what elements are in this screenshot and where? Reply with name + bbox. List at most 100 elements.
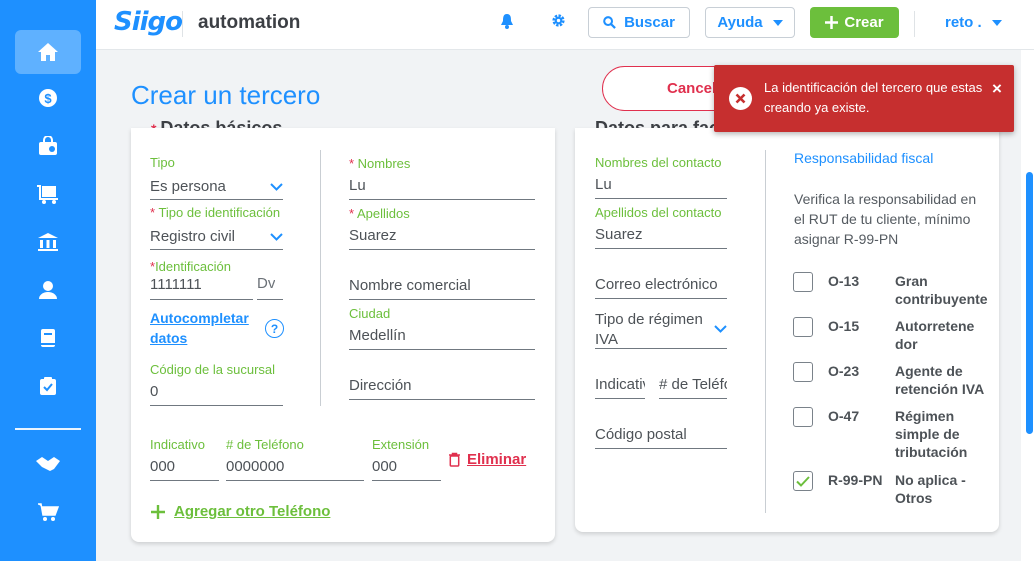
sucursal-underline (150, 405, 283, 406)
scrollbar-thumb[interactable] (1026, 172, 1033, 434)
sucursal-label: Código de la sucursal (150, 362, 276, 377)
tipo-id-select[interactable]: Registro civil (150, 228, 235, 245)
billing-telefono-input[interactable]: # de Teléfono (659, 376, 727, 393)
checkbox-r99pn[interactable] (793, 471, 813, 491)
billing-indicativo-underline (595, 398, 645, 399)
autocomplete-link[interactable]: Autocompletar datos (150, 308, 249, 348)
basic-data-title: * Datos básicos (151, 118, 283, 128)
nombres-label: * Nombres (349, 156, 411, 171)
postal-input[interactable]: Código postal (595, 426, 687, 443)
bell-icon[interactable] (500, 13, 514, 29)
contact-name-input[interactable]: Lu (595, 176, 612, 193)
indicativo-input[interactable]: 000 (150, 458, 175, 475)
telefono-underline (226, 480, 364, 481)
billing-telefono-underline (659, 398, 727, 399)
sidebar-item-partners[interactable] (15, 442, 81, 486)
chevron-down-icon[interactable] (270, 183, 283, 191)
regimen-underline (595, 348, 727, 349)
checkbox-o13-label: Gran contribuyente (895, 273, 988, 307)
caret-down-icon (991, 19, 1002, 26)
checkbox-o23[interactable] (793, 362, 813, 382)
contact-last-input[interactable]: Suarez (595, 226, 643, 243)
home-icon (38, 43, 58, 61)
sucursal-input[interactable]: 0 (150, 383, 158, 400)
identificacion-input[interactable]: 1111111 (150, 276, 202, 293)
delete-phone-button[interactable]: Eliminar (448, 451, 526, 468)
chevron-down-icon[interactable] (714, 325, 727, 333)
identificacion-label: *Identificación (150, 259, 231, 274)
checkbox-o15-label: Autorretenedor (895, 318, 975, 352)
header-divider-right (914, 11, 915, 37)
search-button[interactable]: Buscar (588, 7, 690, 38)
telefono-input[interactable]: 0000000 (226, 458, 284, 475)
shopping-bag-icon (39, 136, 57, 155)
tipo-underline (150, 199, 283, 200)
clipboard-check-icon (40, 377, 56, 395)
caret-down-icon (772, 19, 783, 26)
ciudad-input[interactable]: Medellín (349, 327, 406, 344)
close-icon[interactable]: × (992, 79, 1002, 99)
sidebar-item-payroll[interactable] (15, 268, 81, 312)
checkbox-o47-label: Régimen simple de tributación (895, 408, 968, 460)
sidebar-item-purchases[interactable] (15, 172, 81, 216)
trash-icon (449, 452, 460, 467)
checkbox-o23-label: Agente de retención IVA (895, 363, 985, 397)
extension-input[interactable]: 000 (372, 458, 397, 475)
user-name: reto . (945, 14, 982, 31)
checkbox-r99pn-label: No aplica - Otros (895, 472, 966, 506)
checkbox-o23-code: O-23 (828, 363, 860, 379)
book-icon (41, 329, 55, 347)
column-divider (320, 150, 321, 406)
email-underline (595, 298, 727, 299)
checkbox-o47[interactable] (793, 407, 813, 427)
direccion-input[interactable]: Dirección (349, 377, 412, 394)
top-header: Siigo automation Buscar Ayuda Crear reto… (96, 0, 1034, 50)
create-button-label: Crear (844, 14, 884, 31)
checkbox-o15-code: O-15 (828, 318, 860, 334)
fiscal-description: Verifica la responsabilidad en el RUT de… (794, 191, 977, 247)
identificacion-underline (150, 299, 253, 300)
plus-icon (151, 504, 165, 519)
sidebar-item-store[interactable] (15, 490, 81, 534)
fiscal-title: Responsabilidad fiscal (794, 150, 934, 166)
nombre-comercial-input[interactable]: Nombre comercial (349, 277, 471, 294)
dv-input[interactable]: Dv (257, 275, 275, 292)
apellidos-input[interactable]: Suarez (349, 227, 397, 244)
search-icon (603, 16, 616, 29)
delete-label: Eliminar (467, 451, 527, 468)
sidebar-item-home[interactable] (15, 30, 81, 74)
sidebar-item-accounting[interactable] (15, 316, 81, 360)
nombres-underline (349, 199, 535, 200)
billing-indicativo-input[interactable]: Indicativo (595, 376, 645, 393)
ciudad-label: Ciudad (349, 306, 391, 321)
page-title: Crear un tercero (131, 80, 321, 110)
chevron-down-icon[interactable] (270, 233, 283, 241)
add-phone-button[interactable]: Agregar otro Teléfono (150, 503, 330, 520)
sidebar-item-tasks[interactable] (15, 364, 81, 408)
sidebar-item-banks[interactable] (15, 220, 81, 264)
sidebar-item-sales[interactable] (15, 124, 81, 168)
tipo-select[interactable]: Es persona (150, 178, 226, 195)
dv-underline (257, 299, 283, 300)
gear-icon[interactable] (551, 13, 566, 28)
help-icon[interactable]: ? (265, 319, 284, 338)
contact-last-label: Apellidos del contacto (595, 205, 722, 220)
error-circle-icon (729, 87, 752, 110)
sidebar-divider (15, 428, 81, 430)
help-dropdown[interactable]: Ayuda (705, 7, 795, 38)
siigo-logo[interactable]: Siigo (114, 7, 183, 37)
regimen-select[interactable]: Tipo de régimen IVA (595, 310, 703, 350)
postal-underline (595, 448, 727, 449)
error-toast: La identificación del tercero que estas … (714, 65, 1014, 132)
checkbox-o13[interactable] (793, 272, 813, 292)
create-button[interactable]: Crear (810, 7, 899, 38)
user-icon (39, 281, 57, 299)
user-menu[interactable]: reto . (945, 14, 1002, 31)
contact-name-label: Nombres del contacto (595, 155, 722, 170)
apellidos-label: * Apellidos (349, 206, 410, 221)
email-input[interactable]: Correo electrónico (595, 276, 718, 293)
nombres-input[interactable]: Lu (349, 177, 366, 194)
checkbox-o15[interactable] (793, 317, 813, 337)
nombre-comercial-underline (349, 299, 535, 300)
sidebar-item-finance[interactable]: $ (15, 76, 81, 120)
